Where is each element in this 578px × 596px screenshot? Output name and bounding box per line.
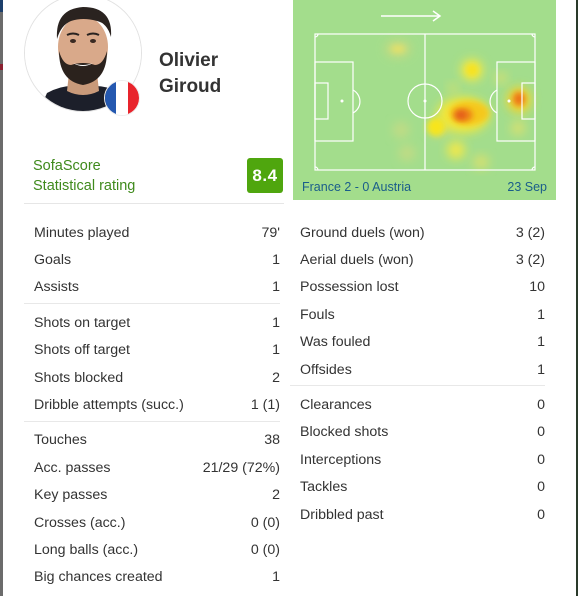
stat-label: Long balls (acc.) [34,541,139,558]
stat-row: Offsides 1 [300,356,545,383]
stat-value: 1 (1) [250,397,280,414]
stat-row: Crosses (acc.) 0 (0) [34,509,280,536]
stat-row: Was fouled 1 [300,329,545,356]
stat-group-divider [290,385,545,387]
stat-value: 0 (0) [250,541,280,558]
stats-column-left: Minutes played 79' Goals 1 Assists 1 Shots on … [24,219,280,593]
stat-value: 0 [537,479,545,496]
stat-label: Interceptions [300,451,382,468]
match-caption[interactable]: France 2 - 0 Austria [302,180,411,194]
stat-group: Minutes played 79' Goals 1 Assists 1 [34,219,280,303]
stat-row: Interceptions 0 [300,446,545,473]
stat-row: Big chances created 1 [34,564,280,591]
stat-value: 38 [264,432,280,449]
stat-row: Goals 1 [34,246,280,273]
stat-row: Dribble attempts (succ.) 1 (1) [34,391,280,418]
stat-value: 0 [537,506,545,523]
stat-row: Touches 38 [34,427,280,454]
stat-label: Ground duels (won) [300,224,425,241]
stat-label: Touches [34,432,87,449]
stat-value: 1 [537,306,545,323]
stat-label: Clearances [300,397,372,414]
stat-label: Shots on target [34,314,131,331]
stat-value: 1 [272,279,280,296]
stat-label: Shots blocked [34,369,124,386]
stat-row: Shots on target 1 [34,309,280,336]
stat-group: Shots on target 1 Shots off target 1 Shots b… [34,309,280,421]
stat-value: 0 [537,451,545,468]
stat-group: Clearances 0 Blocked shots 0 Interceptions 0 T… [300,391,545,530]
stat-label: Was fouled [300,334,371,351]
heatmap-pitch [314,10,536,171]
stat-label: Key passes [34,487,108,504]
rating-label-line2: Statistical rating [33,178,136,194]
france-flag-icon [104,80,140,116]
stat-row: Blocked shots 0 [300,419,545,446]
stat-row: Shots off target 1 [34,337,280,364]
stat-value: 2 [272,487,280,504]
match-date: 23 Sep [507,180,547,194]
player-last-name: Giroud [159,76,222,97]
stat-row: Aerial duels (won) 3 (2) [300,246,545,273]
player-avatar-wrap [24,0,142,116]
stat-row: Minutes played 79' [34,219,280,246]
stat-row: Key passes 2 [34,482,280,509]
stat-value: 1 [537,361,545,378]
stat-value: 21/29 (72%) [202,459,280,476]
stat-value: 1 [272,252,280,269]
stat-row: Possession lost 10 [300,274,545,301]
header-divider [24,203,284,204]
stat-label: Aerial duels (won) [300,252,414,269]
stat-label: Goals [34,252,72,269]
stat-value: 0 [537,397,545,414]
stat-row: Ground duels (won) 3 (2) [300,219,545,246]
stat-row: Assists 1 [34,274,280,301]
rating-label: SofaScore Statistical rating [33,156,135,196]
stat-value: 0 [537,424,545,441]
stat-value: 79' [261,224,281,241]
stat-group: Touches 38 Acc. passes 21/29 (72%) Key passe… [34,427,280,593]
rating-badge: 8.4 [247,158,283,193]
stat-label: Blocked shots [300,424,389,441]
stat-label: Dribbled past [300,506,384,523]
stat-value: 1 [272,314,280,331]
stat-label: Possession lost [300,279,399,296]
stat-row: Clearances 0 [300,391,545,418]
stat-value: 2 [272,369,280,386]
stat-value: 1 [272,569,280,586]
heatmap-panel[interactable]: France 2 - 0 Austria 23 Sep [293,0,556,200]
stat-group-divider [24,420,280,422]
stat-value: 10 [529,279,545,296]
stat-value: 1 [537,334,545,351]
stat-row: Shots blocked 2 [34,364,280,391]
window-left-edge [0,0,3,596]
arrow-right-icon [381,10,442,22]
stat-row: Dribbled past 0 [300,501,545,528]
stat-value: 0 (0) [250,514,280,531]
stat-row: Fouls 1 [300,301,545,328]
stats-column-right: Ground duels (won) 3 (2) Aerial duels (won… [290,219,545,530]
stat-label: Acc. passes [34,459,111,476]
stat-label: Shots off target [34,342,130,359]
stat-label: Minutes played [34,224,130,241]
stat-label: Crosses (acc.) [34,514,126,531]
stat-label: Fouls [300,306,335,323]
stat-row: Acc. passes 21/29 (72%) [34,454,280,481]
heat-blobs [385,40,531,169]
stat-value: 3 (2) [515,252,545,269]
stat-group: Ground duels (won) 3 (2) Aerial duels (won… [300,219,545,385]
stat-label: Big chances created [34,569,163,586]
stat-label: Dribble attempts (succ.) [34,397,184,414]
stat-row: Long balls (acc.) 0 (0) [34,536,280,563]
player-first-name: Olivier [159,50,219,71]
stat-row: Tackles 0 [300,474,545,501]
stat-group-divider [24,303,280,305]
stat-label: Offsides [300,361,352,378]
stat-label: Assists [34,279,79,296]
player-name: Olivier Giroud [159,48,221,100]
stat-value: 3 (2) [515,224,545,241]
stat-value: 1 [272,342,280,359]
stat-label: Tackles [300,479,348,496]
rating-label-line1: SofaScore [33,158,101,174]
